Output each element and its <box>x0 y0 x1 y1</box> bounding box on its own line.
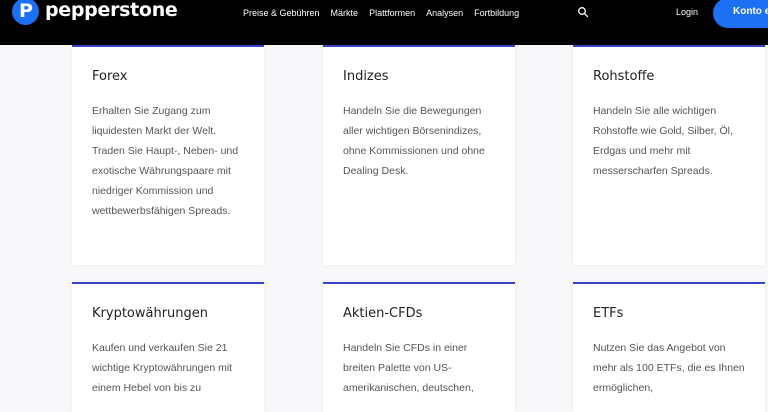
top-navigation-bar: P pepperstone Preise & Gebühren Märkte P… <box>0 0 768 45</box>
card-title: Kryptowährungen <box>92 306 209 321</box>
card-description: Handeln Sie CFDs in einer breiten Palett… <box>343 342 474 394</box>
card-title: Aktien-CFDs <box>343 306 423 321</box>
pepperstone-logo[interactable]: P pepperstone <box>12 0 178 26</box>
card-title: ETFs <box>593 306 624 321</box>
nav-item-maerkte[interactable]: Märkte <box>331 8 359 18</box>
market-card-krypto[interactable]: Kryptowährungen Kaufen und verkaufen Sie… <box>72 282 264 412</box>
card-title: Rohstoffe <box>593 69 655 84</box>
nav-item-analysen[interactable]: Analysen <box>426 8 463 18</box>
market-card-forex[interactable]: Forex Erhalten Sie Zugang zum liquideste… <box>72 45 264 265</box>
nav-item-plattformen[interactable]: Plattformen <box>369 8 415 18</box>
main-nav: Preise & Gebühren Märkte Plattformen Ana… <box>243 0 530 26</box>
login-link[interactable]: Login <box>676 7 698 17</box>
market-card-rohstoffe[interactable]: Rohstoffe Handeln Sie alle wichtigen Roh… <box>573 45 765 265</box>
nav-item-fortbildung[interactable]: Fortbildung <box>474 8 519 18</box>
card-description: Handeln Sie die Bewegungen aller wichtig… <box>343 105 485 177</box>
card-title: Indizes <box>343 69 389 84</box>
market-card-indizes[interactable]: Indizes Handeln Sie die Bewegungen aller… <box>323 45 515 265</box>
card-title: Forex <box>92 69 128 84</box>
open-account-button[interactable]: Konto e <box>713 0 768 28</box>
market-card-aktien[interactable]: Aktien-CFDs Handeln Sie CFDs in einer br… <box>323 282 515 412</box>
search-icon[interactable] <box>577 6 589 18</box>
card-description: Erhalten Sie Zugang zum liquidesten Mark… <box>92 105 239 217</box>
logo-mark-icon: P <box>12 0 39 25</box>
market-card-etfs[interactable]: ETFs Nutzen Sie das Angebot von mehr als… <box>573 282 765 412</box>
card-description: Nutzen Sie das Angebot von mehr als 100 … <box>593 342 745 394</box>
nav-item-preise[interactable]: Preise & Gebühren <box>243 8 320 18</box>
card-description: Kaufen und verkaufen Sie 21 wichtige Kry… <box>92 342 233 394</box>
card-description: Handeln Sie alle wichtigen Rohstoffe wie… <box>593 105 733 177</box>
logo-text: pepperstone <box>45 0 178 21</box>
